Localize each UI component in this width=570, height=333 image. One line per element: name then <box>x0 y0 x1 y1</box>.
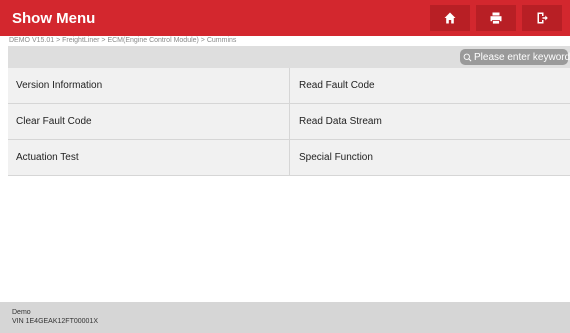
menu-grid: Version Information Read Fault Code Clea… <box>8 68 570 176</box>
status-footer: Demo VIN 1E4GEAK12FT00001X <box>0 302 570 333</box>
search-placeholder: Please enter keyword <box>474 51 570 63</box>
menu-item-actuation-test[interactable]: Actuation Test <box>8 140 290 176</box>
print-button[interactable] <box>476 5 516 31</box>
menu-item-version-information[interactable]: Version Information <box>8 68 290 104</box>
title-bar: Show Menu <box>0 0 570 36</box>
menu-item-special-function[interactable]: Special Function <box>290 140 570 176</box>
menu-item-read-fault-code[interactable]: Read Fault Code <box>290 68 570 104</box>
footer-vin-label: VIN 1E4GEAK12FT00001X <box>12 318 98 325</box>
home-icon <box>444 12 456 24</box>
home-button[interactable] <box>430 5 470 31</box>
search-icon <box>463 53 472 61</box>
search-bar: Please enter keyword <box>8 46 570 68</box>
breadcrumb: DEMO V15.01 > FreightLiner > ECM(Engine … <box>0 36 570 46</box>
printer-icon <box>490 12 502 25</box>
search-input[interactable]: Please enter keyword <box>460 49 570 65</box>
footer-mode-label: Demo <box>12 309 31 316</box>
content-area <box>8 176 570 302</box>
menu-item-read-data-stream[interactable]: Read Data Stream <box>290 104 570 140</box>
exit-icon <box>537 12 548 24</box>
page-title: Show Menu <box>12 9 96 27</box>
exit-button[interactable] <box>522 5 562 31</box>
menu-item-clear-fault-code[interactable]: Clear Fault Code <box>8 104 290 140</box>
